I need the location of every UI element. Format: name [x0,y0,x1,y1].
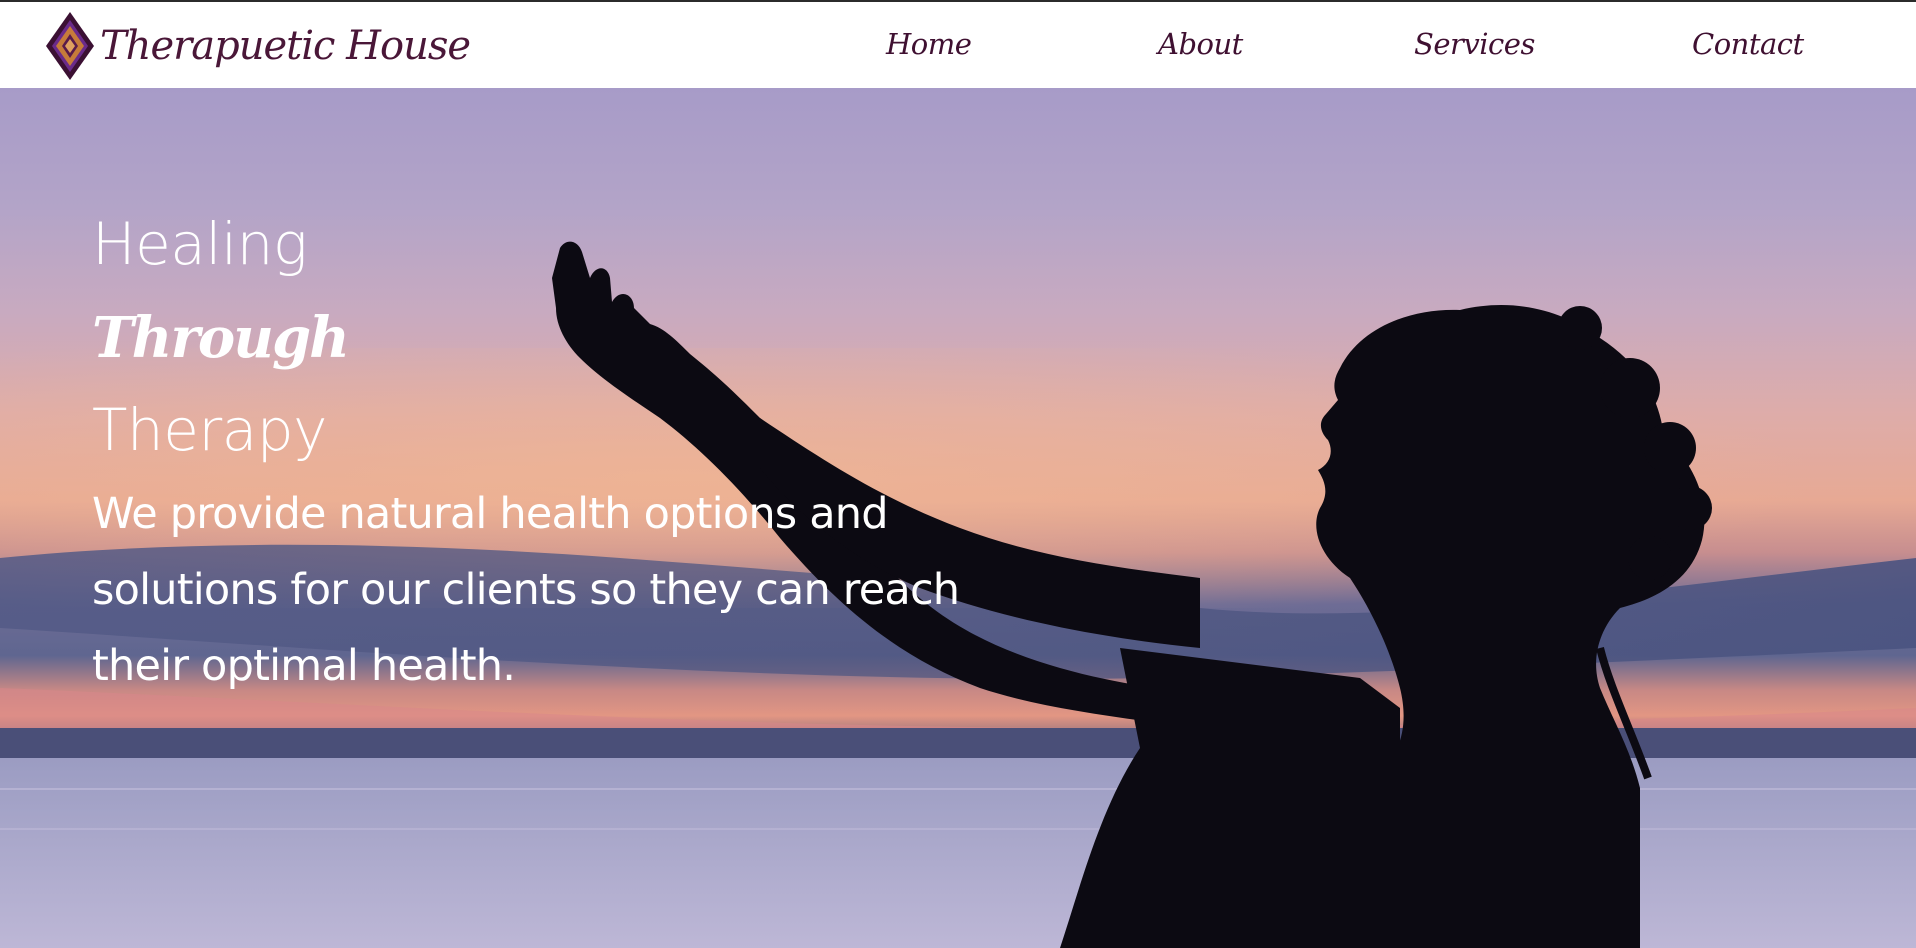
main-nav: Home About Services Contact [0,2,1916,88]
nav-services[interactable]: Services [1414,24,1535,64]
hero-heading-line-1: Healing [92,210,308,278]
nav-home[interactable]: Home [886,24,972,64]
hero-section: Healing Through Therapy We provide natur… [0,88,1916,948]
hero-text: Healing Through Therapy We provide natur… [92,212,1012,747]
site-header: Therapuetic House Home About Services Co… [0,0,1916,88]
page: Therapuetic House Home About Services Co… [0,0,1916,948]
hero-heading-line-2: Through [92,305,350,371]
nav-contact[interactable]: Contact [1692,24,1804,64]
hero-heading-line-3: Therapy [92,396,327,464]
hero-description: We provide natural health options and so… [92,489,960,691]
nav-about[interactable]: About [1158,24,1243,64]
